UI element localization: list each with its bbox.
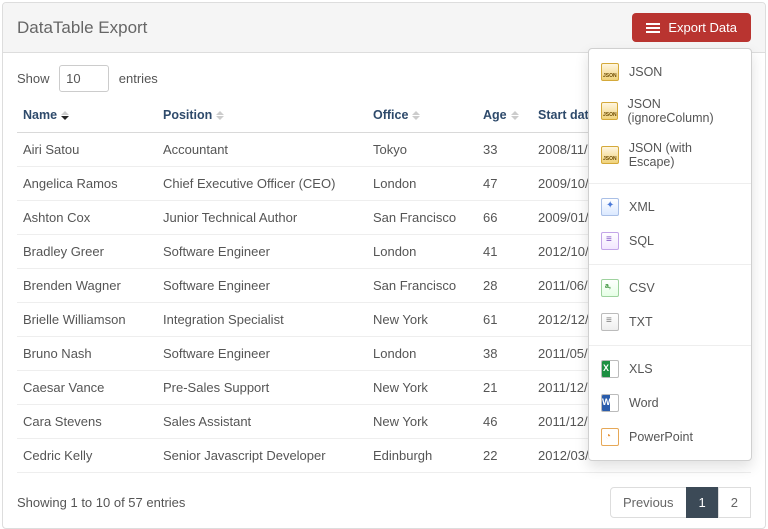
export-dropdown: JSON JSON (ignoreColumn) JSON (with Esca… (588, 48, 752, 461)
show-label: Show (17, 71, 50, 86)
cell-name: Brenden Wagner (17, 269, 157, 303)
cell-office: London (367, 167, 477, 201)
pagination: Previous 1 2 (611, 487, 751, 518)
sort-icon (216, 111, 224, 120)
cell-position: Software Engineer (157, 235, 367, 269)
export-word[interactable]: Word (589, 386, 751, 420)
cell-name: Airi Satou (17, 133, 157, 167)
cell-name: Ashton Cox (17, 201, 157, 235)
panel-header: DataTable Export Export Data (3, 3, 765, 53)
cell-position: Junior Technical Author (157, 201, 367, 235)
cell-name: Bradley Greer (17, 235, 157, 269)
page-2[interactable]: 2 (718, 487, 751, 518)
sql-icon (601, 232, 619, 250)
json-icon (601, 146, 619, 164)
col-office[interactable]: Office (367, 100, 477, 133)
cell-age: 38 (477, 337, 532, 371)
page-previous[interactable]: Previous (610, 487, 687, 518)
xls-icon (601, 360, 619, 378)
export-txt[interactable]: TXT (589, 305, 751, 339)
entries-input[interactable] (59, 65, 109, 92)
cell-age: 22 (477, 439, 532, 473)
cell-name: Brielle Williamson (17, 303, 157, 337)
cell-name: Caesar Vance (17, 371, 157, 405)
export-sql[interactable]: SQL (589, 224, 751, 258)
cell-position: Software Engineer (157, 269, 367, 303)
cell-age: 21 (477, 371, 532, 405)
cell-age: 28 (477, 269, 532, 303)
cell-position: Software Engineer (157, 337, 367, 371)
col-name[interactable]: Name (17, 100, 157, 133)
cell-age: 61 (477, 303, 532, 337)
ppt-icon (601, 428, 619, 446)
cell-name: Cedric Kelly (17, 439, 157, 473)
cell-office: San Francisco (367, 269, 477, 303)
cell-office: New York (367, 371, 477, 405)
cell-age: 66 (477, 201, 532, 235)
export-button-label: Export Data (668, 20, 737, 35)
cell-office: New York (367, 303, 477, 337)
cell-age: 33 (477, 133, 532, 167)
cell-office: London (367, 235, 477, 269)
cell-office: Tokyo (367, 133, 477, 167)
cell-office: New York (367, 405, 477, 439)
cell-name: Angelica Ramos (17, 167, 157, 201)
csv-icon (601, 279, 619, 297)
cell-position: Sales Assistant (157, 405, 367, 439)
cell-office: London (367, 337, 477, 371)
xml-icon (601, 198, 619, 216)
panel-title: DataTable Export (17, 18, 147, 38)
export-powerpoint[interactable]: PowerPoint (589, 420, 751, 454)
cell-position: Chief Executive Officer (CEO) (157, 167, 367, 201)
cell-age: 46 (477, 405, 532, 439)
export-json-ignorecolumn[interactable]: JSON (ignoreColumn) (589, 89, 751, 133)
length-control: Show entries (17, 65, 158, 92)
sort-icon (61, 111, 69, 120)
cell-position: Pre-Sales Support (157, 371, 367, 405)
info-text: Showing 1 to 10 of 57 entries (17, 495, 185, 510)
sort-icon (511, 111, 519, 120)
txt-icon (601, 313, 619, 331)
cell-office: San Francisco (367, 201, 477, 235)
cell-office: Edinburgh (367, 439, 477, 473)
col-position[interactable]: Position (157, 100, 367, 133)
export-xml[interactable]: XML (589, 190, 751, 224)
cell-name: Bruno Nash (17, 337, 157, 371)
json-icon (601, 102, 618, 120)
word-icon (601, 394, 619, 412)
cell-age: 41 (477, 235, 532, 269)
export-data-button[interactable]: Export Data (632, 13, 751, 42)
table-footer: Showing 1 to 10 of 57 entries Previous 1… (3, 479, 765, 528)
cell-name: Cara Stevens (17, 405, 157, 439)
export-csv[interactable]: CSV (589, 271, 751, 305)
export-json[interactable]: JSON (589, 55, 751, 89)
col-age[interactable]: Age (477, 100, 532, 133)
json-icon (601, 63, 619, 81)
cell-position: Accountant (157, 133, 367, 167)
page-1[interactable]: 1 (686, 487, 719, 518)
entries-label: entries (119, 71, 158, 86)
cell-position: Integration Specialist (157, 303, 367, 337)
menu-icon (646, 21, 660, 35)
export-json-escape[interactable]: JSON (with Escape) (589, 133, 751, 177)
cell-age: 47 (477, 167, 532, 201)
export-xls[interactable]: XLS (589, 352, 751, 386)
cell-position: Senior Javascript Developer (157, 439, 367, 473)
sort-icon (412, 111, 420, 120)
